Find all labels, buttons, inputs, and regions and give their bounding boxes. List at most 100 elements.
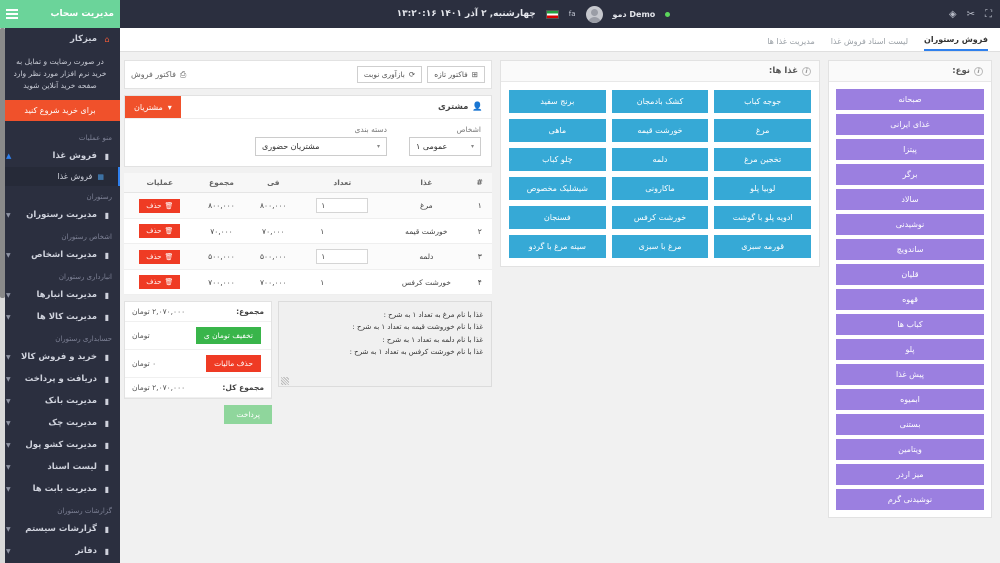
food-button[interactable]: ماکارونی xyxy=(611,177,709,200)
type-button[interactable]: میز اردر xyxy=(836,464,984,485)
sidebar-item-0[interactable]: ▮ گزارشات سیستم ▼ xyxy=(0,518,120,540)
sidebar-item-1[interactable]: ▮ دریافت و پرداخت ▼ xyxy=(0,368,120,390)
food-button[interactable]: ماهی xyxy=(509,119,606,142)
type-button[interactable]: قلیان xyxy=(836,264,984,285)
invoice-column: ⊞ فاکتور تازه ⟳ بازآوری نوبت ⎙ فاکتور فر… xyxy=(124,60,492,424)
delete-row-button[interactable]: 🗑 حذف xyxy=(139,249,181,264)
sidebar-item-6[interactable]: ▮ مدیریت بابت ها ▼ xyxy=(0,478,120,500)
customers-button[interactable]: ▾ مشتریان xyxy=(125,96,181,118)
category-select[interactable]: ▾ مشتریان حضوری xyxy=(255,137,387,156)
food-button[interactable]: کشک بادمجان xyxy=(611,90,709,113)
sidebar-item-3[interactable]: ▮ مدیریت چک ▼ xyxy=(0,412,120,434)
type-button[interactable]: ویتامین xyxy=(836,439,984,460)
tab-food-sales-documents[interactable]: لیست اسناد فروش غذا xyxy=(831,37,908,51)
chevron-down-icon[interactable]: ▼ xyxy=(6,212,11,219)
row-qty-cell: ۱ xyxy=(299,192,386,219)
food-button[interactable]: تخجین مرغ xyxy=(714,148,811,171)
food-button[interactable]: جوجه کباب xyxy=(714,90,811,113)
sidebar-item-5[interactable]: ▮ لیست اسناد ▼ xyxy=(0,456,120,478)
chevron-down-icon[interactable]: ▼ xyxy=(6,354,11,361)
sidebar-item-0[interactable]: ▮ مدیریت انبارها ▼ xyxy=(0,284,120,306)
type-button[interactable]: کباب ها xyxy=(836,314,984,335)
food-button[interactable]: برنج سفید xyxy=(509,90,606,113)
food-button[interactable]: مرغ xyxy=(714,119,811,142)
user-name[interactable]: Demo دمو xyxy=(613,10,656,19)
chevron-down-icon[interactable]: ▼ xyxy=(6,442,11,449)
chevron-down-icon[interactable]: ▼ xyxy=(6,252,11,259)
fullscreen-icon[interactable]: ⛶ xyxy=(985,9,992,20)
type-button[interactable]: پلو xyxy=(836,339,984,360)
type-button[interactable]: سالاد xyxy=(836,189,984,210)
new-invoice-button[interactable]: ⊞ فاکتور تازه xyxy=(427,66,485,83)
chevron-down-icon[interactable]: ▼ xyxy=(6,376,11,383)
food-button[interactable]: شیشلیک مخصوص xyxy=(509,177,606,200)
chevron-down-icon[interactable]: ▼ xyxy=(6,292,11,299)
remove-tax-button[interactable]: حذف مالیات xyxy=(206,355,264,372)
tab-food-management[interactable]: مدیریت غذا ها xyxy=(767,37,815,51)
type-button[interactable]: غذای ایرانی xyxy=(836,114,984,135)
refresh-turn-button[interactable]: ⟳ بازآوری نوبت xyxy=(356,66,423,83)
chevron-down-icon[interactable]: ▼ xyxy=(6,464,11,471)
sidebar-scrollbar-track[interactable] xyxy=(0,28,5,563)
print-invoice-link[interactable]: ⎙ فاکتور فروش xyxy=(131,70,186,80)
food-button[interactable]: ادویه پلو با گوشت xyxy=(714,206,811,229)
person-select[interactable]: ▾ عمومی ۱ xyxy=(409,137,481,156)
type-button[interactable]: پیش غذا xyxy=(836,364,984,385)
sidebar-item-1[interactable]: ▮ دفاتر ▼ xyxy=(0,540,120,562)
quantity-input[interactable]: ۱ xyxy=(316,249,369,264)
promo-buy-button[interactable]: برای خرید شروع کنید xyxy=(0,100,120,121)
quantity-input[interactable]: ۱ xyxy=(316,276,368,289)
type-button[interactable]: بستنی xyxy=(836,414,984,435)
pay-button[interactable]: پرداخت xyxy=(224,405,272,424)
chevron-down-icon[interactable]: ▼ xyxy=(6,314,11,321)
sidebar-item-0[interactable]: ▮ فروش غذا ▲ xyxy=(0,145,120,167)
language-label[interactable]: fa xyxy=(569,10,576,18)
clipboard-icon: ▮ xyxy=(104,210,110,220)
hamburger-icon[interactable] xyxy=(6,9,18,19)
delete-row-button[interactable]: 🗑 حذف xyxy=(139,198,181,213)
quantity-input[interactable]: ۱ xyxy=(316,198,369,213)
sidebar-item-0[interactable]: ▮ مدیریت اشخاص ▼ xyxy=(0,244,120,266)
type-button[interactable]: ساندویچ xyxy=(836,239,984,260)
avatar[interactable] xyxy=(585,5,603,23)
order-notes[interactable]: غذا با نام مرغ به تعداد ۱ به شرح : غذا با… xyxy=(278,301,492,387)
chevron-down-icon[interactable]: ▼ xyxy=(6,548,11,555)
discount-button[interactable]: تخفیف تومان ی xyxy=(195,327,264,344)
sidebar-subitem-food-sales[interactable]: ▦ فروش غذا xyxy=(0,167,120,186)
sidebar-item-2[interactable]: ▮ مدیریت بانک ▼ xyxy=(0,390,120,412)
food-button[interactable]: چلو کباب xyxy=(509,148,606,171)
sidebar-item-1[interactable]: ▮ مدیریت کالا ها ▼ xyxy=(0,306,120,328)
type-button[interactable]: صبحانه xyxy=(836,89,984,110)
sidebar-item-4[interactable]: ▮ مدیریت کشو پول ▼ xyxy=(0,434,120,456)
type-button[interactable]: برگر xyxy=(836,164,984,185)
delete-row-button[interactable]: 🗑 حذف xyxy=(139,275,181,289)
sidebar-item-dashboard[interactable]: ⌂ میزکار xyxy=(0,28,120,50)
food-button[interactable]: لوبیا پلو xyxy=(714,177,811,200)
type-button[interactable]: نوشیدنی xyxy=(836,214,984,235)
chevron-down-icon[interactable]: ▼ xyxy=(6,486,11,493)
diamond-icon[interactable]: ◈ xyxy=(949,9,957,20)
scissors-icon[interactable]: ✂ xyxy=(967,9,975,20)
chevron-down-icon[interactable]: ▼ xyxy=(6,526,11,533)
sidebar-item-0[interactable]: ▮ مدیریت رستوران ▼ xyxy=(0,204,120,226)
delete-row-button[interactable]: 🗑 حذف xyxy=(139,224,181,238)
chevron-down-icon[interactable]: ▼ xyxy=(6,398,11,405)
food-button[interactable]: مرغ با سبزی xyxy=(611,235,709,258)
type-button[interactable]: قهوه xyxy=(836,289,984,310)
type-button[interactable]: پیتزا xyxy=(836,139,984,160)
sidebar-scrollbar-thumb[interactable] xyxy=(0,28,5,298)
tab-restaurant-sales[interactable]: فروش رستوران xyxy=(924,35,988,51)
sidebar-item-0[interactable]: ▮ خرید و فروش کالا ▼ xyxy=(0,346,120,368)
type-button[interactable]: نوشیدنی گرم xyxy=(836,489,984,510)
food-button[interactable]: دلمه xyxy=(611,148,709,171)
type-button[interactable]: ابمیوه xyxy=(836,389,984,410)
food-button[interactable]: خورشت قیمه xyxy=(611,119,709,142)
food-button[interactable]: فسنجان xyxy=(509,206,606,229)
food-button[interactable]: سینه مرغ با گردو xyxy=(509,235,606,258)
resize-grip-icon[interactable] xyxy=(281,377,289,385)
chevron-down-icon[interactable]: ▼ xyxy=(6,420,11,427)
quantity-input[interactable]: ۱ xyxy=(316,225,368,238)
chevron-up-icon[interactable]: ▲ xyxy=(6,152,11,160)
food-button[interactable]: خورشت کرفس xyxy=(611,206,709,229)
food-button[interactable]: قورمه سبزی xyxy=(714,235,811,258)
